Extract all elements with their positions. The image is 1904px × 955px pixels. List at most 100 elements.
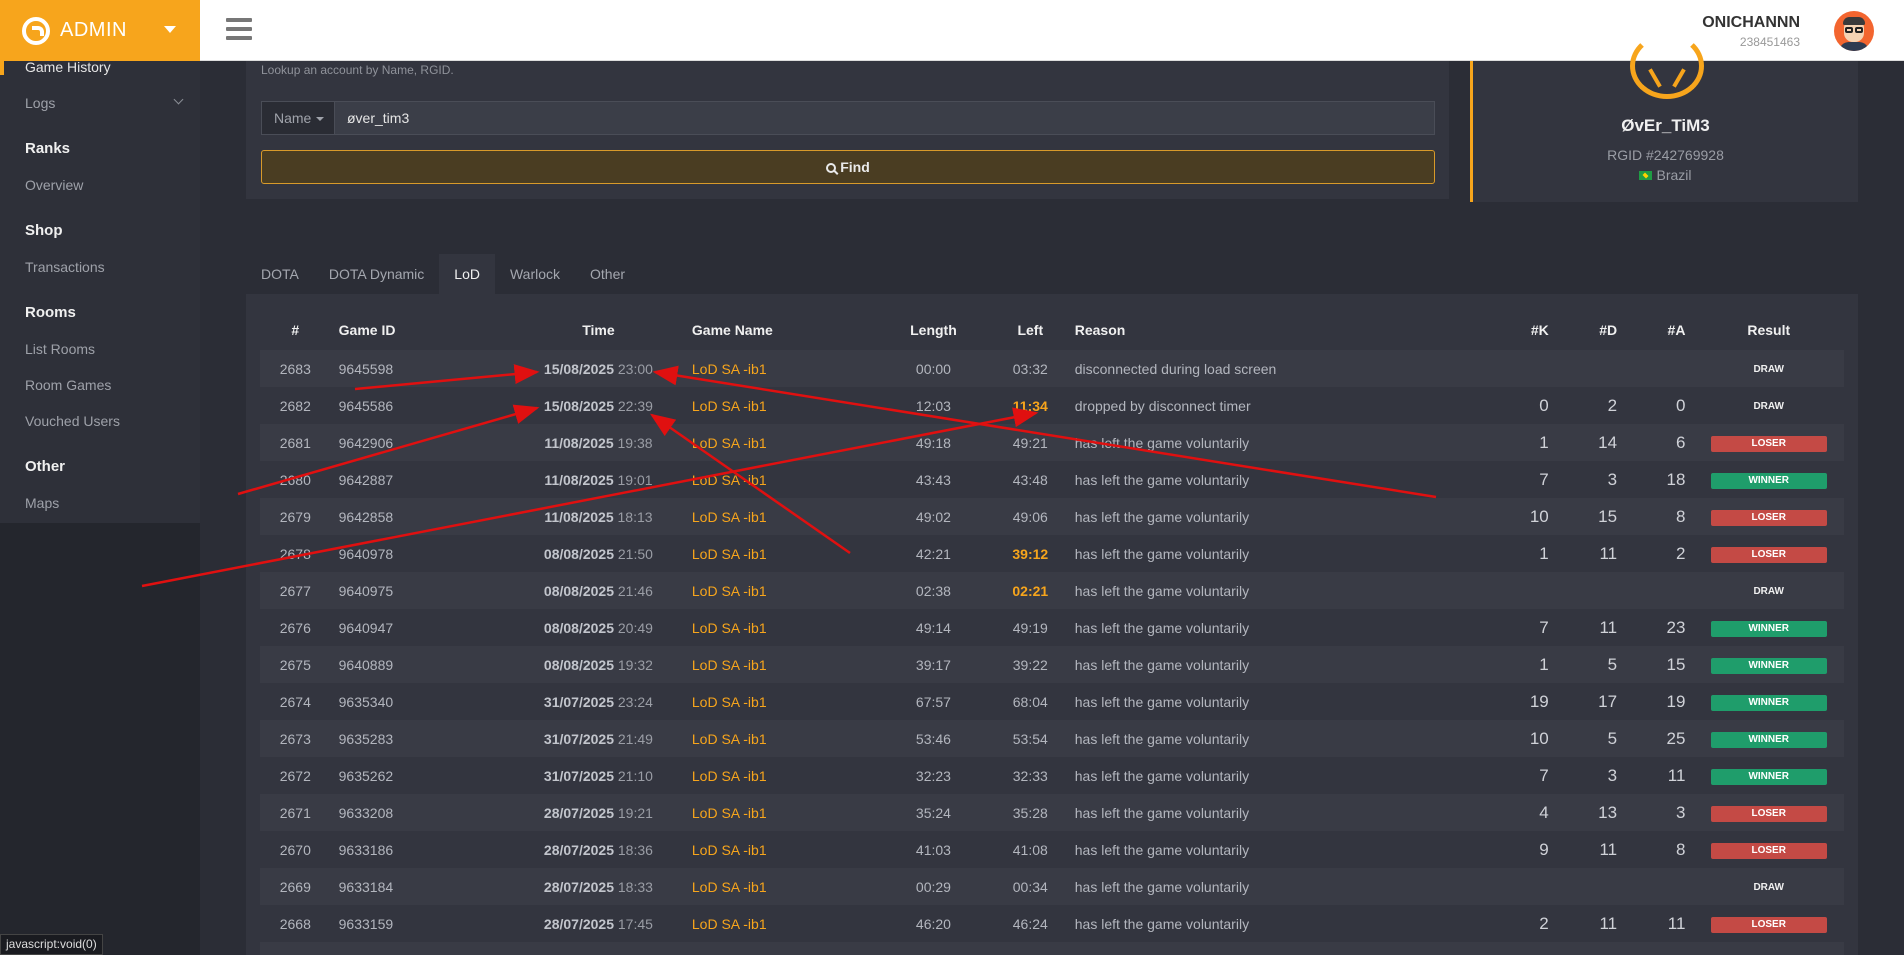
table-row[interactable]: 2667963315128/07/2025 17:30LoD SA -ib100… (260, 942, 1844, 955)
game-name-link[interactable]: LoD SA -ib1 (692, 583, 767, 599)
column-header-game-id[interactable]: Game ID (331, 310, 513, 350)
cell-game-id[interactable]: 9642906 (330, 424, 513, 461)
cell-game-id[interactable]: 9635262 (330, 757, 513, 794)
cell-game-id[interactable]: 9635283 (330, 720, 513, 757)
cell-game-id[interactable]: 9645586 (330, 387, 513, 424)
game-name-link[interactable]: LoD SA -ib1 (692, 805, 767, 821)
table-row[interactable]: 2670 9633186 28/07/2025 18:36 LoD SA -ib1 41… (260, 831, 1844, 868)
game-name-link[interactable]: LoD SA -ib1 (692, 620, 767, 636)
tab-lod[interactable]: LoD (439, 254, 495, 294)
column-header-length[interactable]: Length (873, 310, 994, 350)
table-row[interactable]: 2669 9633184 28/07/2025 18:33 LoD SA -ib1 00… (260, 868, 1844, 905)
cell-game-name[interactable]: LoD SA -ib1 (683, 646, 874, 683)
table-row[interactable]: 2668 9633159 28/07/2025 17:45 LoD SA -ib1 46… (260, 905, 1844, 942)
cell-game-name[interactable]: LoD SA -ib1 (683, 461, 874, 498)
cell-game-name[interactable]: LoD SA -ib1 (683, 794, 874, 831)
table-row[interactable]: 2673 9635283 31/07/2025 21:49 LoD SA -ib1 53… (260, 720, 1844, 757)
table-row[interactable]: 2683 9645598 15/08/2025 23:00 LoD SA -ib1 00… (260, 350, 1844, 387)
cell-game-name[interactable]: LoD SA -ib1 (683, 683, 874, 720)
table-row[interactable]: 2676 9640947 08/08/2025 20:49 LoD SA -ib1 49… (260, 609, 1844, 646)
table-row[interactable]: 2671 9633208 28/07/2025 19:21 LoD SA -ib1 35… (260, 794, 1844, 831)
cell-game-name[interactable]: LoD SA -ib1 (683, 572, 874, 609)
sidebar-item-transactions[interactable]: Transactions (0, 249, 200, 285)
search-input[interactable] (335, 101, 1435, 135)
avatar[interactable] (1834, 11, 1874, 51)
sidebar-item-vouched-users[interactable]: Vouched Users (0, 403, 200, 439)
game-name-link[interactable]: LoD SA -ib1 (692, 731, 767, 747)
cell-game-name[interactable]: LoD SA -ib1 (683, 868, 874, 905)
cell-game-id[interactable]: 9640889 (330, 646, 513, 683)
table-row[interactable]: 2677 9640975 08/08/2025 21:46 LoD SA -ib1 02… (260, 572, 1844, 609)
search-type-select[interactable]: Name (261, 101, 335, 135)
sidebar-item-maps[interactable]: Maps (0, 485, 200, 521)
column-header-d[interactable]: #D (1557, 310, 1625, 350)
cell-game-id[interactable]: 9635340 (330, 683, 513, 720)
cell-left: 00:34 (993, 868, 1067, 905)
cell-game-name[interactable]: LoD SA -ib1 (683, 757, 874, 794)
cell-game-name[interactable]: LoD SA -ib1 (683, 720, 874, 757)
sidebar-item-list-rooms[interactable]: List Rooms (0, 331, 200, 367)
game-name-link[interactable]: LoD SA -ib1 (692, 879, 767, 895)
cell-game-name[interactable]: LoD SA -ib1 (683, 609, 874, 646)
cell-game-name[interactable]: LoD SA -ib1 (683, 387, 874, 424)
cell-game-name[interactable]: LoD SA -ib1 (683, 905, 874, 942)
tab-dota[interactable]: DOTA (246, 254, 314, 294)
cell-game-id[interactable]: 9642887 (330, 461, 513, 498)
cell-game-id[interactable]: 9633159 (330, 905, 513, 942)
user-name[interactable]: ONICHANNN (1702, 14, 1800, 32)
cell-game-id[interactable]: 9640947 (330, 609, 513, 646)
cell-game-id[interactable]: 9633208 (330, 794, 513, 831)
table-row[interactable]: 2681 9642906 11/08/2025 19:38 LoD SA -ib1 49… (260, 424, 1844, 461)
game-name-link[interactable]: LoD SA -ib1 (692, 546, 767, 562)
cell-game-name[interactable]: LoD SA -ib1 (683, 350, 874, 387)
sidebar-item-room-games[interactable]: Room Games (0, 367, 200, 403)
cell-game-id[interactable]: 9645598 (330, 350, 513, 387)
cell-game-id[interactable]: 9642858 (330, 498, 513, 535)
game-name-link[interactable]: LoD SA -ib1 (692, 657, 767, 673)
cell-game-id[interactable]: 9640978 (330, 535, 513, 572)
cell-game-name[interactable]: LoD SA -ib1 (683, 424, 874, 461)
cell-game-name[interactable]: LoD SA -ib1 (683, 498, 874, 535)
column-header-reason[interactable]: Reason (1067, 310, 1489, 350)
game-name-link[interactable]: LoD SA -ib1 (692, 694, 767, 710)
game-name-link[interactable]: LoD SA -ib1 (692, 916, 767, 932)
table-row[interactable]: 2672 9635262 31/07/2025 21:10 LoD SA -ib1 32… (260, 757, 1844, 794)
table-row[interactable]: 2675 9640889 08/08/2025 19:32 LoD SA -ib1 39… (260, 646, 1844, 683)
sidebar-item-logs[interactable]: Logs (0, 85, 200, 121)
game-name-link[interactable]: LoD SA -ib1 (692, 472, 767, 488)
cell-game-name[interactable]: LoD SA -ib1 (683, 831, 874, 868)
cell-game-id[interactable]: 9633186 (330, 831, 513, 868)
column-header-result[interactable]: Result (1693, 310, 1844, 350)
column-header-number[interactable]: # (260, 310, 331, 350)
tab-other[interactable]: Other (575, 254, 640, 294)
table-row[interactable]: 2674 9635340 31/07/2025 23:24 LoD SA -ib1 67… (260, 683, 1844, 720)
column-header-a[interactable]: #A (1625, 310, 1693, 350)
tab-warlock[interactable]: Warlock (495, 254, 575, 294)
table-row[interactable]: 2680 9642887 11/08/2025 19:01 LoD SA -ib1 43… (260, 461, 1844, 498)
game-name-link[interactable]: LoD SA -ib1 (692, 509, 767, 525)
column-header-k[interactable]: #K (1488, 310, 1556, 350)
cell-game-name[interactable]: LoD SA -ib1 (683, 535, 874, 572)
cell-reason: has left the game voluntarily (1066, 868, 1489, 905)
cell-game-id[interactable]: 9633151 (330, 942, 513, 955)
game-name-link[interactable]: LoD SA -ib1 (692, 768, 767, 784)
game-name-link[interactable]: LoD SA -ib1 (692, 361, 767, 377)
tab-dota-dynamic[interactable]: DOTA Dynamic (314, 254, 439, 294)
table-row[interactable]: 2679 9642858 11/08/2025 18:13 LoD SA -ib1 49… (260, 498, 1844, 535)
cell-game-id[interactable]: 9640975 (330, 572, 513, 609)
table-row[interactable]: 2678 9640978 08/08/2025 21:50 LoD SA -ib1 42… (260, 535, 1844, 572)
game-name-link[interactable]: LoD SA -ib1 (692, 435, 767, 451)
sidebar-item-overview[interactable]: Overview (0, 167, 200, 203)
sidebar-item-game-history[interactable]: Game History (0, 60, 200, 75)
find-button[interactable]: Find (261, 150, 1435, 184)
game-name-link[interactable]: LoD SA -ib1 (692, 842, 767, 858)
table-row[interactable]: 2682 9645586 15/08/2025 22:39 LoD SA -ib1 12… (260, 387, 1844, 424)
column-header-time[interactable]: Time (513, 310, 684, 350)
column-header-game-name[interactable]: Game Name (684, 310, 873, 350)
column-header-left[interactable]: Left (994, 310, 1067, 350)
hamburger-menu-icon[interactable] (226, 18, 252, 40)
cell-game-name[interactable]: LoD SA -ib1 (683, 942, 874, 955)
cell-game-id[interactable]: 9633184 (330, 868, 513, 905)
brand-menu[interactable]: ADMIN (0, 0, 200, 61)
game-name-link[interactable]: LoD SA -ib1 (692, 398, 767, 414)
